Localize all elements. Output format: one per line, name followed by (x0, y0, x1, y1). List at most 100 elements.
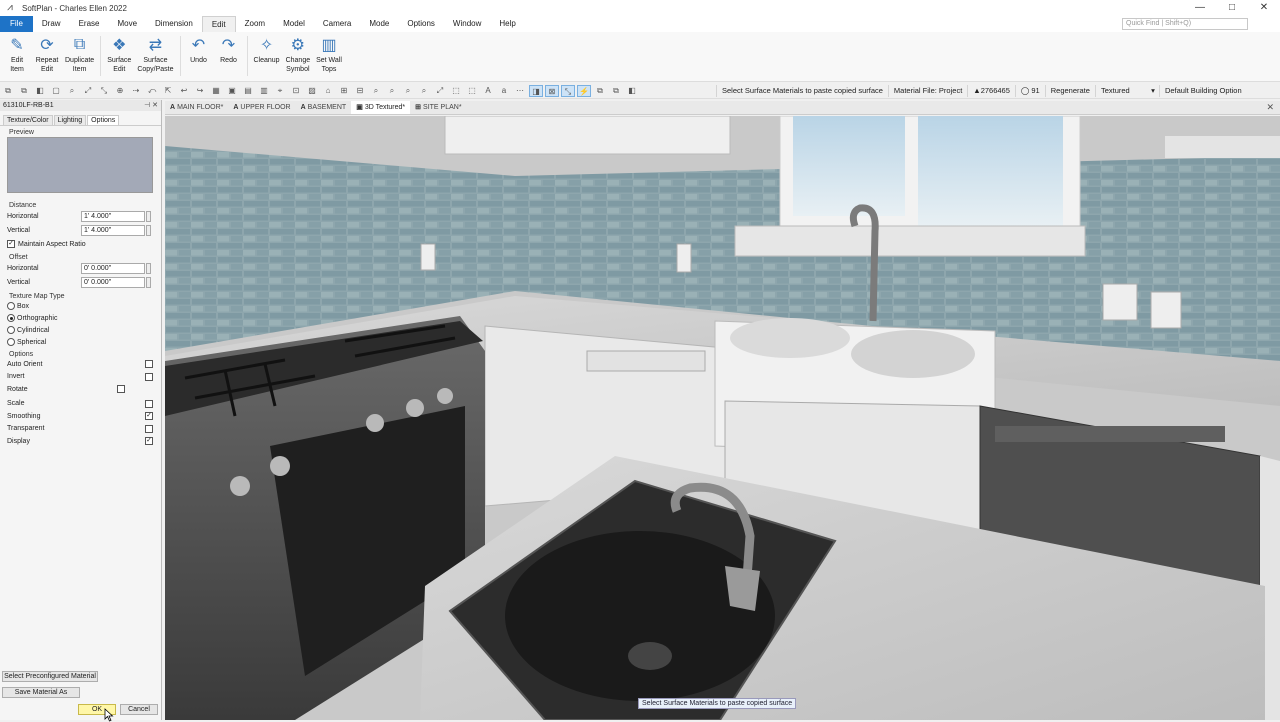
toolbar-tool-icon[interactable]: ⊞ (337, 85, 351, 97)
toolbar-tool-icon[interactable]: ◧ (625, 85, 639, 97)
toolbar-tool-icon[interactable]: ⌕ (401, 85, 415, 97)
toolbar-tool-icon[interactable]: ⧉ (609, 85, 623, 97)
option-checkbox[interactable] (145, 424, 153, 433)
toolbar-tool-icon[interactable]: ⬚ (449, 85, 463, 97)
distance-vertical-input[interactable]: 1' 4.000" (81, 224, 145, 236)
option-checkbox[interactable] (145, 360, 153, 369)
maximize-button[interactable]: □ (1216, 0, 1248, 16)
menu-item-mode[interactable]: Mode (360, 16, 398, 32)
menu-item-options[interactable]: Options (398, 16, 444, 32)
set-wall-tops-button[interactable]: ▥ Set Wall Tops (313, 32, 345, 74)
cancel-button[interactable]: Cancel (120, 704, 158, 715)
toolbar-tool-icon[interactable]: ⌕ (385, 85, 399, 97)
radio-button[interactable] (7, 338, 15, 346)
toolbar-tool-icon[interactable]: A (481, 85, 495, 97)
toolbar-tool-icon[interactable]: ↪ (193, 85, 207, 97)
tab-lighting[interactable]: Lighting (53, 115, 87, 125)
map-type-orthographic[interactable]: Orthographic (0, 312, 161, 324)
close-button[interactable]: ✕ (1248, 0, 1280, 16)
menu-item-edit[interactable]: Edit (201, 16, 236, 32)
redo-button[interactable]: ↷ Redo (214, 32, 244, 65)
view-tab-upper-floor[interactable]: A UPPER FLOOR (228, 101, 295, 114)
regenerate-button[interactable]: Regenerate (1044, 84, 1095, 97)
pin-close-icons[interactable]: ⊣ ✕ (144, 100, 158, 111)
tab-texture-color[interactable]: Texture/Color (3, 115, 53, 125)
material-file-label[interactable]: Material File: Project (887, 84, 967, 97)
toolbar-tool-icon[interactable]: ⌕ (369, 85, 383, 97)
distance-vertical-spinner[interactable] (146, 224, 151, 236)
toolbar-tool-icon[interactable]: ⧉ (17, 85, 31, 97)
building-option-select[interactable]: Default Building Option (1158, 84, 1247, 97)
menu-item-camera[interactable]: Camera (314, 16, 360, 32)
edit-item-button[interactable]: ✎ Edit Item (2, 32, 32, 74)
offset-vertical-spinner[interactable] (146, 276, 151, 288)
option-checkbox[interactable]: ✓ (145, 412, 153, 421)
repeat-edit-button[interactable]: ⟳ Repeat Edit (32, 32, 62, 74)
view-tab-main-floor-[interactable]: A MAIN FLOOR* (165, 101, 228, 114)
radio-button[interactable] (7, 314, 15, 322)
toolbar-tool-icon[interactable]: ⤢ (81, 85, 95, 97)
toolbar-tool-icon[interactable]: ◨ (529, 84, 543, 97)
toolbar-tool-icon[interactable]: ⌖ (273, 85, 287, 97)
view-close-icon[interactable]: ✕ (1266, 102, 1274, 113)
toolbar-tool-icon[interactable]: ◧ (33, 85, 47, 97)
toolbar-tool-icon[interactable]: ⬚ (465, 85, 479, 97)
toolbar-tool-icon[interactable]: ⌂ (321, 85, 335, 97)
toolbar-tool-icon[interactable]: ⇱ (161, 85, 175, 97)
radio-button[interactable] (7, 302, 15, 310)
menu-item-help[interactable]: Help (490, 16, 524, 32)
map-type-cylindrical[interactable]: Cylindrical (0, 324, 161, 336)
toolbar-tool-icon[interactable]: ⚡ (577, 84, 591, 97)
render-mode-select[interactable]: Textured ▾ (1094, 84, 1159, 97)
option-checkbox[interactable] (145, 372, 153, 381)
toolbar-tool-icon[interactable]: ⤢ (433, 85, 447, 97)
toolbar-tool-icon[interactable]: ⌕ (65, 85, 79, 97)
radio-button[interactable] (7, 326, 15, 334)
minimize-button[interactable]: — (1184, 0, 1216, 16)
toolbar-tool-icon[interactable]: ⧉ (1, 85, 15, 97)
select-preconfigured-button[interactable]: Select Preconfigured Material (2, 671, 98, 682)
toolbar-tool-icon[interactable]: ⊡ (289, 85, 303, 97)
toolbar-tool-icon[interactable]: ⤡ (561, 84, 575, 97)
menu-item-dimension[interactable]: Dimension (146, 16, 202, 32)
3d-viewport[interactable] (165, 116, 1280, 720)
menu-item-file[interactable]: File (0, 16, 33, 32)
toolbar-tool-icon[interactable]: ⋯ (513, 85, 527, 97)
toolbar-tool-icon[interactable]: ⊠ (545, 84, 559, 97)
option-checkbox[interactable] (117, 385, 125, 394)
maintain-aspect-checkbox[interactable]: ✓ (7, 240, 15, 248)
surface-copy-paste-button[interactable]: ⇄ Surface Copy/Paste (134, 32, 176, 74)
duplicate-item-button[interactable]: ⧉ Duplicate Item (62, 32, 97, 74)
surface-edit-button[interactable]: ❖ Surface Edit (104, 32, 134, 74)
toolbar-tool-icon[interactable]: ⤺ (145, 85, 159, 97)
toolbar-tool-icon[interactable]: ▢ (49, 85, 63, 97)
menu-item-window[interactable]: Window (444, 16, 490, 32)
quick-find-input[interactable]: Quick Find | Shift+Q) (1122, 18, 1248, 30)
option-checkbox[interactable]: ✓ (145, 437, 153, 446)
distance-horizontal-spinner[interactable] (146, 210, 151, 222)
toolbar-tool-icon[interactable]: ▤ (241, 85, 255, 97)
tab-options[interactable]: Options (87, 115, 120, 125)
offset-horizontal-input[interactable]: 0' 0.000" (81, 262, 145, 274)
toolbar-tool-icon[interactable]: ⤡ (97, 85, 111, 97)
distance-horizontal-input[interactable]: 1' 4.000" (81, 210, 145, 222)
option-checkbox[interactable] (145, 399, 153, 408)
toolbar-tool-icon[interactable]: ⊟ (353, 85, 367, 97)
undo-button[interactable]: ↶ Undo (184, 32, 214, 65)
toolbar-tool-icon[interactable]: ↩ (177, 85, 191, 97)
view-tab-3d-textured-[interactable]: ▣ 3D Textured* (351, 101, 411, 114)
view-tab-basement[interactable]: A BASEMENT (296, 101, 352, 114)
toolbar-tool-icon[interactable]: a (497, 85, 511, 97)
toolbar-tool-icon[interactable]: ▣ (225, 85, 239, 97)
toolbar-tool-icon[interactable]: ⊕ (113, 85, 127, 97)
menu-item-model[interactable]: Model (274, 16, 314, 32)
toolbar-tool-icon[interactable]: ⇢ (129, 85, 143, 97)
toolbar-tool-icon[interactable]: ▦ (209, 85, 223, 97)
offset-horizontal-spinner[interactable] (146, 262, 151, 274)
offset-vertical-input[interactable]: 0' 0.000" (81, 276, 145, 288)
map-type-spherical[interactable]: Spherical (0, 336, 161, 348)
toolbar-tool-icon[interactable]: ▥ (257, 85, 271, 97)
menu-item-zoom[interactable]: Zoom (236, 16, 274, 32)
toolbar-tool-icon[interactable]: ⌕ (417, 85, 431, 97)
toolbar-tool-icon[interactable]: ▨ (305, 85, 319, 97)
